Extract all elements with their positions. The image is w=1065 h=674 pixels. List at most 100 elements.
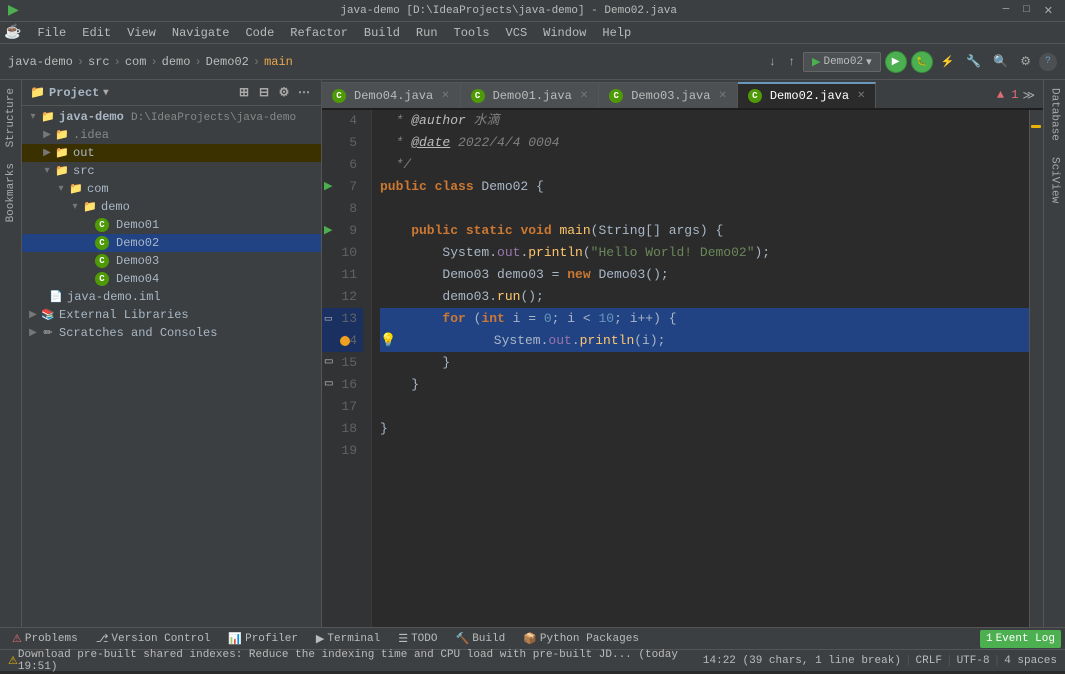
toggle-demo[interactable]: ▾ xyxy=(68,201,82,213)
status-line-endings[interactable]: CRLF xyxy=(916,655,942,667)
minimize-btn[interactable]: ─ xyxy=(999,4,1014,18)
sidebar-dropdown-arrow[interactable]: ▾ xyxy=(103,87,108,99)
tree-label-ext-libs: External Libraries xyxy=(59,308,189,322)
run-arrow-7[interactable]: ▶ xyxy=(324,176,332,198)
tree-item-idea[interactable]: ▶ 📁 .idea xyxy=(22,126,321,144)
tabs-more-btn[interactable]: ▲ 1 ≫ xyxy=(989,82,1043,108)
bookmarks-panel-tab[interactable]: Bookmarks xyxy=(2,155,20,230)
maximize-btn[interactable]: □ xyxy=(1019,4,1034,18)
breadcrumb-com[interactable]: com xyxy=(125,55,147,69)
tree-item-iml[interactable]: 📄 java-demo.iml xyxy=(22,288,321,306)
breadcrumb-demo[interactable]: demo xyxy=(162,55,191,69)
breadcrumb-src[interactable]: src xyxy=(88,55,110,69)
status-position[interactable]: 14:22 (39 chars, 1 line break) xyxy=(703,655,901,667)
tab-demo04-label: Demo04.java xyxy=(354,89,433,103)
settings-btn[interactable]: ⚙ xyxy=(1016,52,1035,71)
vcs-update-icon[interactable]: ↓ xyxy=(765,53,780,71)
terminal-tab[interactable]: ▶ Terminal xyxy=(308,628,388,650)
build-tab[interactable]: 🔨 Build xyxy=(447,628,513,650)
tree-item-com[interactable]: ▾ 📁 com xyxy=(22,180,321,198)
code-line-12: demo03.run(); xyxy=(380,286,1029,308)
tab-demo04[interactable]: C Demo04.java ✕ xyxy=(322,82,461,108)
tree-item-demo02[interactable]: C Demo02 xyxy=(22,234,321,252)
menu-item-code[interactable]: Code xyxy=(237,22,282,44)
toggle-idea[interactable]: ▶ xyxy=(40,129,54,141)
sciview-panel-tab[interactable]: SciView xyxy=(1046,149,1064,211)
tree-item-out[interactable]: ▶ 📁 out xyxy=(22,144,321,162)
tree-item-src[interactable]: ▾ 📁 src xyxy=(22,162,321,180)
build-label: Build xyxy=(472,633,505,645)
tab-demo02-close[interactable]: ✕ xyxy=(857,90,865,102)
menu-item-run[interactable]: Run xyxy=(408,22,446,44)
run-arrow-9[interactable]: ▶ xyxy=(324,220,332,242)
todo-tab[interactable]: ☰ TODO xyxy=(390,628,445,650)
toggle-ext-libs[interactable]: ▶ xyxy=(26,309,40,321)
demo01-icon: C xyxy=(95,218,109,232)
collapse-all-btn[interactable]: ⊟ xyxy=(255,84,273,102)
menu-item-window[interactable]: Window xyxy=(535,22,594,44)
search-everywhere-btn[interactable]: 🔍 xyxy=(989,52,1012,71)
tree-item-java-demo[interactable]: ▾ 📁 java-demo D:\IdeaProjects\java-demo xyxy=(22,108,321,126)
menu-item-vcs[interactable]: VCS xyxy=(498,22,536,44)
close-btn[interactable]: ✕ xyxy=(1040,4,1057,18)
status-indent[interactable]: 4 spaces xyxy=(1004,655,1057,667)
tab-demo01-close[interactable]: ✕ xyxy=(580,90,588,102)
code-line-8 xyxy=(380,198,1029,220)
menu-item-navigate[interactable]: Navigate xyxy=(164,22,238,44)
gutter-line-13: ▭ 13 xyxy=(322,308,363,330)
version-control-tab[interactable]: ⎇ Version Control xyxy=(88,628,219,650)
demo-folder-icon: 📁 xyxy=(82,199,98,215)
toggle-com[interactable]: ▾ xyxy=(54,183,68,195)
menu-item-tools[interactable]: Tools xyxy=(446,22,498,44)
sidebar-more-btn[interactable]: ⋯ xyxy=(295,84,313,102)
gutter-line-6: 6 xyxy=(322,154,363,176)
tab-demo01[interactable]: C Demo01.java ✕ xyxy=(461,82,600,108)
tree-item-demo03[interactable]: C Demo03 xyxy=(22,252,321,270)
tree-item-demo04[interactable]: C Demo04 xyxy=(22,270,321,288)
code-editor[interactable]: * @author 水滴 * @date 2022/4/4 0004 */ pu… xyxy=(372,110,1029,627)
gutter-line-19: 19 xyxy=(322,440,363,462)
tab-demo02[interactable]: C Demo02.java ✕ xyxy=(738,82,877,108)
tab-demo03-close[interactable]: ✕ xyxy=(718,90,726,102)
tree-item-demo01[interactable]: C Demo01 xyxy=(22,216,321,234)
menu-item-view[interactable]: View xyxy=(119,22,164,44)
menu-item-file[interactable]: File xyxy=(29,22,74,44)
menu-item-help[interactable]: Help xyxy=(594,22,639,44)
profiler-tab[interactable]: 📊 Profiler xyxy=(220,628,306,650)
tab-demo04-close[interactable]: ✕ xyxy=(441,90,449,102)
problems-tab[interactable]: ⚠ Problems xyxy=(4,628,86,650)
menu-item-build[interactable]: Build xyxy=(356,22,408,44)
debug-button[interactable]: 🐛 xyxy=(911,51,933,73)
toggle-scratches[interactable]: ▶ xyxy=(26,327,40,339)
sidebar-settings-btn[interactable]: ⚙ xyxy=(275,84,293,102)
coverage-btn[interactable]: ⚡ xyxy=(937,53,959,71)
todo-label: TODO xyxy=(411,633,437,645)
toggle-out[interactable]: ▶ xyxy=(40,147,54,159)
vcs-push-icon[interactable]: ↑ xyxy=(784,53,799,71)
run-button[interactable]: ▶ xyxy=(885,51,907,73)
event-log-btn[interactable]: 1 Event Log xyxy=(980,630,1061,648)
lightbulb-icon[interactable]: 💡 xyxy=(380,330,396,352)
status-encoding[interactable]: UTF-8 xyxy=(957,655,990,667)
gutter-line-9: ▶ 9 xyxy=(322,220,363,242)
breadcrumb-main[interactable]: main xyxy=(264,55,293,69)
tree-item-ext-libs[interactable]: ▶ 📚 External Libraries xyxy=(22,306,321,324)
editor-scrollbar[interactable] xyxy=(1029,110,1043,627)
database-panel-tab[interactable]: Database xyxy=(1046,80,1064,149)
structure-panel-tab[interactable]: Structure xyxy=(2,80,20,155)
breadcrumb-project[interactable]: java-demo xyxy=(8,55,73,69)
tree-item-demo[interactable]: ▾ 📁 demo xyxy=(22,198,321,216)
toggle-src[interactable]: ▾ xyxy=(40,165,54,177)
locate-file-btn[interactable]: ⊞ xyxy=(235,84,253,102)
python-packages-tab[interactable]: 📦 Python Packages xyxy=(515,628,647,650)
tree-item-scratches[interactable]: ▶ ✏ Scratches and Consoles xyxy=(22,324,321,342)
help-btn[interactable]: ? xyxy=(1039,53,1057,71)
profile-btn[interactable]: 🔧 xyxy=(962,52,985,71)
tab-demo03[interactable]: C Demo03.java ✕ xyxy=(599,82,738,108)
menu-item-edit[interactable]: Edit xyxy=(74,22,119,44)
menubar: ☕ File Edit View Navigate Code Refactor … xyxy=(0,22,1065,44)
toggle-java-demo[interactable]: ▾ xyxy=(26,111,40,123)
breadcrumb-demo02[interactable]: Demo02 xyxy=(206,55,249,69)
menu-item-refactor[interactable]: Refactor xyxy=(282,22,356,44)
run-config-dropdown[interactable]: ▶ Demo02 ▾ xyxy=(803,52,881,72)
